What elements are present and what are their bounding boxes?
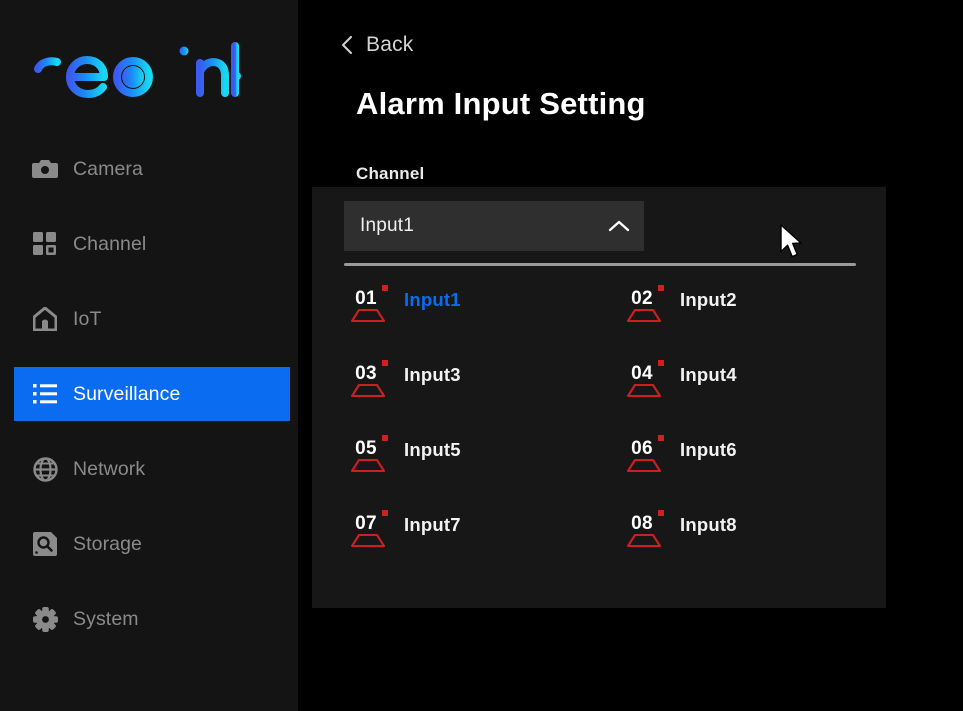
channel-option-06[interactable]: 06 Input6 bbox=[588, 433, 864, 508]
sidebar-item-label: IoT bbox=[73, 307, 102, 330]
alarm-input-sensor-icon: 08 bbox=[622, 508, 670, 552]
alarm-input-sensor-icon: 06 bbox=[622, 433, 670, 477]
sidebar: Camera Channel IoT Surveillance Network … bbox=[0, 0, 298, 711]
storage-disk-icon bbox=[32, 531, 58, 557]
sidebar-item-label: Camera bbox=[73, 157, 143, 180]
channel-number: 07 bbox=[355, 513, 377, 534]
back-button[interactable]: Back bbox=[340, 30, 414, 60]
channel-dropdown-panel: Input1 01 Input1 02 Input2 03 Input3 04 … bbox=[312, 187, 886, 608]
globe-icon bbox=[32, 456, 58, 482]
channel-number: 01 bbox=[355, 288, 377, 309]
alarm-input-sensor-icon: 05 bbox=[346, 433, 394, 477]
channel-option-label: Input3 bbox=[404, 364, 461, 385]
channel-option-08[interactable]: 08 Input8 bbox=[588, 508, 864, 583]
home-icon bbox=[32, 306, 58, 332]
channel-option-01[interactable]: 01 Input1 bbox=[312, 283, 588, 358]
channel-option-label: Input8 bbox=[680, 514, 737, 535]
channel-option-02[interactable]: 02 Input2 bbox=[588, 283, 864, 358]
alarm-input-sensor-icon: 01 bbox=[346, 283, 394, 327]
channel-select[interactable]: Input1 bbox=[344, 201, 644, 251]
channel-number: 05 bbox=[355, 438, 377, 459]
sidebar-item-label: System bbox=[73, 607, 139, 630]
sidebar-item-camera[interactable]: Camera bbox=[0, 142, 298, 196]
channel-option-label: Input6 bbox=[680, 439, 737, 460]
channel-option-label: Input4 bbox=[680, 364, 737, 385]
channel-option-label: Input1 bbox=[404, 289, 461, 310]
back-label: Back bbox=[366, 33, 414, 56]
channel-option-label: Input5 bbox=[404, 439, 461, 460]
reolink-logo bbox=[28, 38, 243, 100]
sidebar-item-label: Storage bbox=[73, 532, 142, 555]
chevron-left-icon bbox=[340, 35, 354, 55]
main-content: Back Alarm Input Setting Channel Input1 bbox=[298, 0, 963, 711]
camera-icon bbox=[32, 156, 58, 182]
gear-icon bbox=[32, 606, 58, 632]
sidebar-item-label: Network bbox=[73, 457, 146, 480]
channel-field-label: Channel bbox=[356, 164, 425, 183]
channel-option-label: Input7 bbox=[404, 514, 461, 535]
dropdown-divider bbox=[344, 263, 856, 266]
alarm-input-sensor-icon: 07 bbox=[346, 508, 394, 552]
channel-number: 08 bbox=[631, 513, 653, 534]
alarm-input-sensor-icon: 02 bbox=[622, 283, 670, 327]
sidebar-item-storage[interactable]: Storage bbox=[0, 517, 298, 571]
channel-number: 02 bbox=[631, 288, 653, 309]
sidebar-item-iot[interactable]: IoT bbox=[0, 292, 298, 346]
sidebar-item-label: Surveillance bbox=[73, 382, 181, 405]
channel-number: 06 bbox=[631, 438, 653, 459]
sidebar-nav: Camera Channel IoT Surveillance Network … bbox=[0, 142, 298, 667]
channel-number: 04 bbox=[631, 363, 653, 384]
sidebar-item-label: Channel bbox=[73, 232, 147, 255]
sidebar-item-channel[interactable]: Channel bbox=[0, 217, 298, 271]
channel-number: 03 bbox=[355, 363, 377, 384]
list-icon bbox=[32, 381, 58, 407]
chevron-up-icon[interactable] bbox=[608, 219, 630, 233]
channel-option-04[interactable]: 04 Input4 bbox=[588, 358, 864, 433]
channel-option-07[interactable]: 07 Input7 bbox=[312, 508, 588, 583]
channel-option-03[interactable]: 03 Input3 bbox=[312, 358, 588, 433]
sidebar-item-surveillance[interactable]: Surveillance bbox=[14, 367, 290, 421]
alarm-input-sensor-icon: 03 bbox=[346, 358, 394, 402]
channel-option-05[interactable]: 05 Input5 bbox=[312, 433, 588, 508]
alarm-input-sensor-icon: 04 bbox=[622, 358, 670, 402]
page-title: Alarm Input Setting bbox=[356, 86, 646, 121]
grid-icon bbox=[32, 231, 58, 257]
sidebar-item-network[interactable]: Network bbox=[0, 442, 298, 496]
application-window: Camera Channel IoT Surveillance Network … bbox=[0, 0, 963, 711]
sidebar-item-system[interactable]: System bbox=[0, 592, 298, 646]
channel-option-label: Input2 bbox=[680, 289, 737, 310]
channel-options-grid: 01 Input1 02 Input2 03 Input3 04 Input4 … bbox=[312, 283, 886, 583]
channel-select-value: Input1 bbox=[360, 215, 415, 236]
